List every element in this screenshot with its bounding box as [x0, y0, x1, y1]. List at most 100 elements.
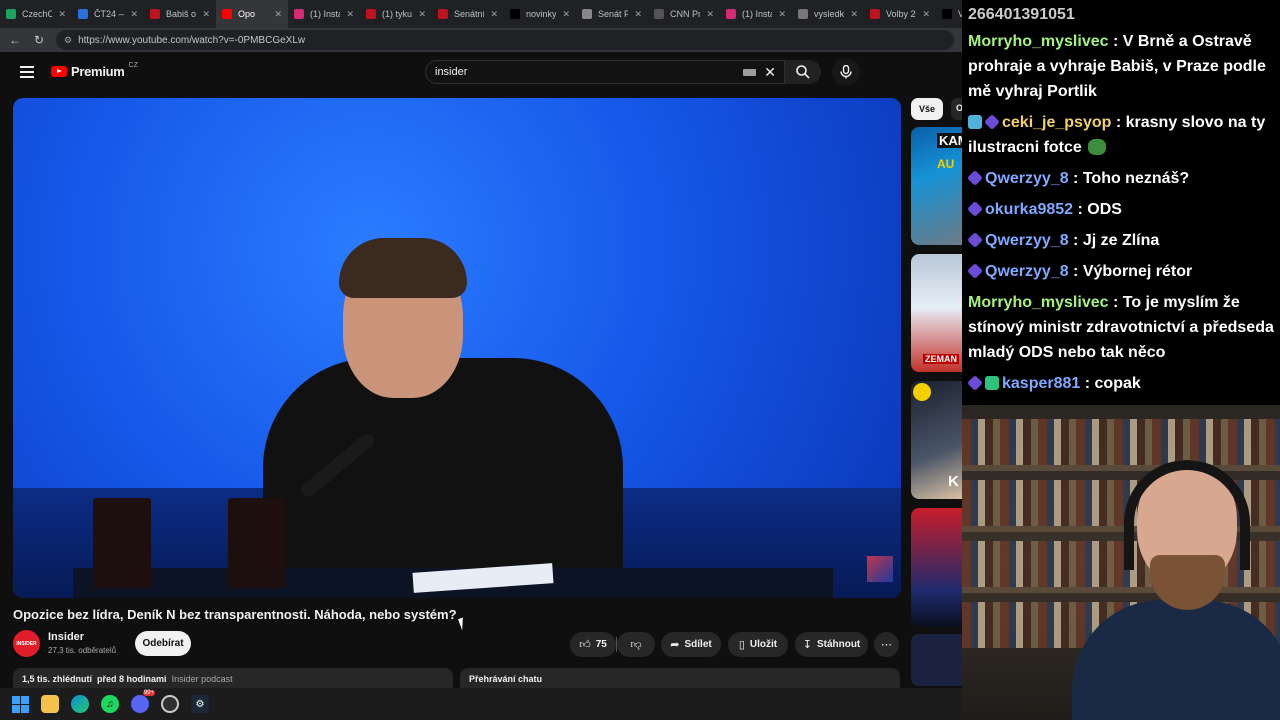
video-channel-watermark[interactable] — [867, 556, 893, 582]
more-actions-button[interactable]: ⋯ — [874, 632, 899, 657]
voice-search-button[interactable] — [832, 58, 860, 86]
search-input[interactable]: insider ✕ — [425, 60, 785, 84]
thumbnail-text: AU — [937, 157, 955, 171]
browser-tab[interactable]: Opo ✕ — [216, 0, 288, 28]
new-badge-icon — [913, 383, 931, 401]
browser-tab[interactable]: (1) tyku ✕ — [360, 0, 432, 28]
tab-title: novinkyc — [526, 9, 557, 19]
save-button[interactable]: ▯ Uložit — [728, 632, 788, 657]
recommended-video-thumbnail[interactable]: KAM AU — [911, 127, 962, 245]
tab-title: ČT24 — — [94, 9, 125, 19]
browser-tab[interactable]: ČT24 — ✕ — [72, 0, 144, 28]
windows-start-icon[interactable] — [12, 695, 29, 713]
tab-favicon-icon — [366, 9, 376, 19]
hamburger-menu-icon[interactable] — [20, 66, 34, 78]
dislike-button[interactable]: 👎︎ — [617, 632, 655, 657]
close-tab-icon[interactable]: ✕ — [58, 9, 66, 20]
browser-tab[interactable]: Senát Pa ✕ — [576, 0, 648, 28]
like-button[interactable]: 👍︎ 75 — [570, 632, 616, 657]
spotify-icon[interactable]: ♫ — [101, 695, 119, 713]
close-tab-icon[interactable]: ✕ — [922, 9, 930, 20]
browser-tab[interactable]: CNN Prim ✕ — [648, 0, 720, 28]
chat-badge-gem-icon — [967, 263, 983, 279]
tab-favicon-icon — [582, 9, 592, 19]
tab-favicon-icon — [222, 9, 232, 19]
recommended-video-thumbnail[interactable]: ZEMAN — [911, 254, 962, 372]
browser-tab[interactable]: Vojs✕ — [936, 0, 962, 28]
browser-tab[interactable]: novinkyc ✕ — [504, 0, 576, 28]
bookmark-icon: ▯ — [738, 639, 745, 651]
thumbs-up-icon: 👍︎ — [579, 639, 591, 651]
download-button[interactable]: ↧ Stáhnout — [795, 632, 868, 657]
reload-icon[interactable]: ↻ — [32, 33, 46, 47]
chip-next[interactable]: O — [951, 98, 962, 120]
browser-tab[interactable]: vysledky ✕ — [792, 0, 864, 28]
channel-avatar[interactable]: INSIDER — [13, 630, 40, 657]
close-tab-icon[interactable]: ✕ — [562, 9, 570, 20]
search-button[interactable] — [785, 60, 821, 84]
chat-badge-gem-icon — [984, 114, 1000, 130]
chat-replay-panel[interactable]: Přehrávání chatu — [460, 668, 900, 688]
youtube-premium-logo[interactable]: Premium CZ — [51, 62, 138, 79]
share-button[interactable]: ➦ Sdílet — [661, 632, 721, 657]
url-field[interactable]: ⚙ https://www.youtube.com/watch?v=-0PMBC… — [56, 30, 954, 50]
site-info-icon[interactable]: ⚙ — [64, 35, 72, 46]
recommended-video-thumbnail[interactable] — [911, 508, 962, 626]
bookshelf-shelf — [962, 587, 1280, 593]
steam-icon[interactable]: ⚙ — [191, 695, 209, 713]
tab-title: CzechCr — [22, 9, 53, 19]
browser-tab[interactable]: (1) Insta ✕ — [288, 0, 360, 28]
keyboard-icon[interactable] — [743, 68, 757, 76]
close-tab-icon[interactable]: ✕ — [202, 9, 210, 20]
video-player[interactable] — [13, 98, 901, 598]
chat-username: Morryho_myslivec — [968, 33, 1109, 50]
microphone-icon — [840, 65, 852, 79]
clear-search-icon[interactable]: ✕ — [764, 64, 776, 81]
browser-tab[interactable]: Senátní ✕ — [432, 0, 504, 28]
close-tab-icon[interactable]: ✕ — [634, 9, 642, 20]
close-tab-icon[interactable]: ✕ — [490, 9, 498, 20]
view-count: 1,5 tis. zhlédnutí — [22, 674, 93, 684]
tab-favicon-icon — [942, 9, 952, 19]
chat-separator: : — [1111, 114, 1126, 131]
chat-username: Morryho_myslivec — [968, 294, 1109, 311]
recommended-video-thumbnail[interactable]: K — [911, 381, 962, 499]
close-tab-icon[interactable]: ✕ — [274, 9, 282, 20]
chat-message-list: Morryho_myslivec : V Brně a Ostravě proh… — [967, 29, 1274, 396]
channel-name[interactable]: Insider — [48, 631, 84, 643]
chat-separator: : — [1080, 375, 1095, 392]
tab-title: Senátní — [454, 9, 485, 19]
close-tab-icon[interactable]: ✕ — [850, 9, 858, 20]
chip-all[interactable]: Vše — [911, 98, 943, 120]
edge-browser-icon[interactable] — [71, 695, 89, 713]
youtube-header: Premium CZ insider ✕ — [0, 52, 962, 92]
thumbnail-text: KAM — [937, 133, 962, 148]
tab-title: Volby 20 — [886, 9, 916, 19]
tab-title: (1) Insta — [310, 9, 341, 19]
close-tab-icon[interactable]: ✕ — [706, 9, 714, 20]
recommended-video-thumbnail[interactable] — [911, 634, 962, 686]
chat-username: Qwerzyy_8 — [985, 263, 1069, 280]
browser-tab[interactable]: (1) Insta ✕ — [720, 0, 792, 28]
subscribe-button[interactable]: Odebírat — [135, 631, 191, 656]
close-tab-icon[interactable]: ✕ — [778, 9, 786, 20]
discord-icon[interactable]: 99+ — [131, 690, 155, 713]
browser-tab[interactable]: Volby 20 ✕ — [864, 0, 936, 28]
obs-icon[interactable] — [161, 695, 179, 713]
thumbs-down-icon: 👎︎ — [630, 639, 642, 651]
browser-tab[interactable]: Babiš oz ✕ — [144, 0, 216, 28]
close-tab-icon[interactable]: ✕ — [130, 9, 138, 20]
file-explorer-icon[interactable] — [41, 695, 59, 713]
back-icon[interactable]: ← — [8, 33, 22, 47]
tab-favicon-icon — [870, 9, 880, 19]
description-box[interactable]: 1,5 tis. zhlédnutí před 8 hodinami Insid… — [13, 668, 453, 688]
browser-tab[interactable]: CzechCr ✕ — [0, 0, 72, 28]
chat-message: Morryho_myslivec : V Brně a Ostravě proh… — [968, 29, 1274, 104]
close-tab-icon[interactable]: ✕ — [346, 9, 354, 20]
tab-title: Opo — [238, 9, 256, 19]
like-count: 75 — [595, 639, 607, 650]
logo-text: Premium — [71, 64, 125, 79]
video-tag[interactable]: Insider podcast — [172, 674, 233, 684]
close-tab-icon[interactable]: ✕ — [418, 9, 426, 20]
chat-separator: : — [1108, 33, 1123, 50]
